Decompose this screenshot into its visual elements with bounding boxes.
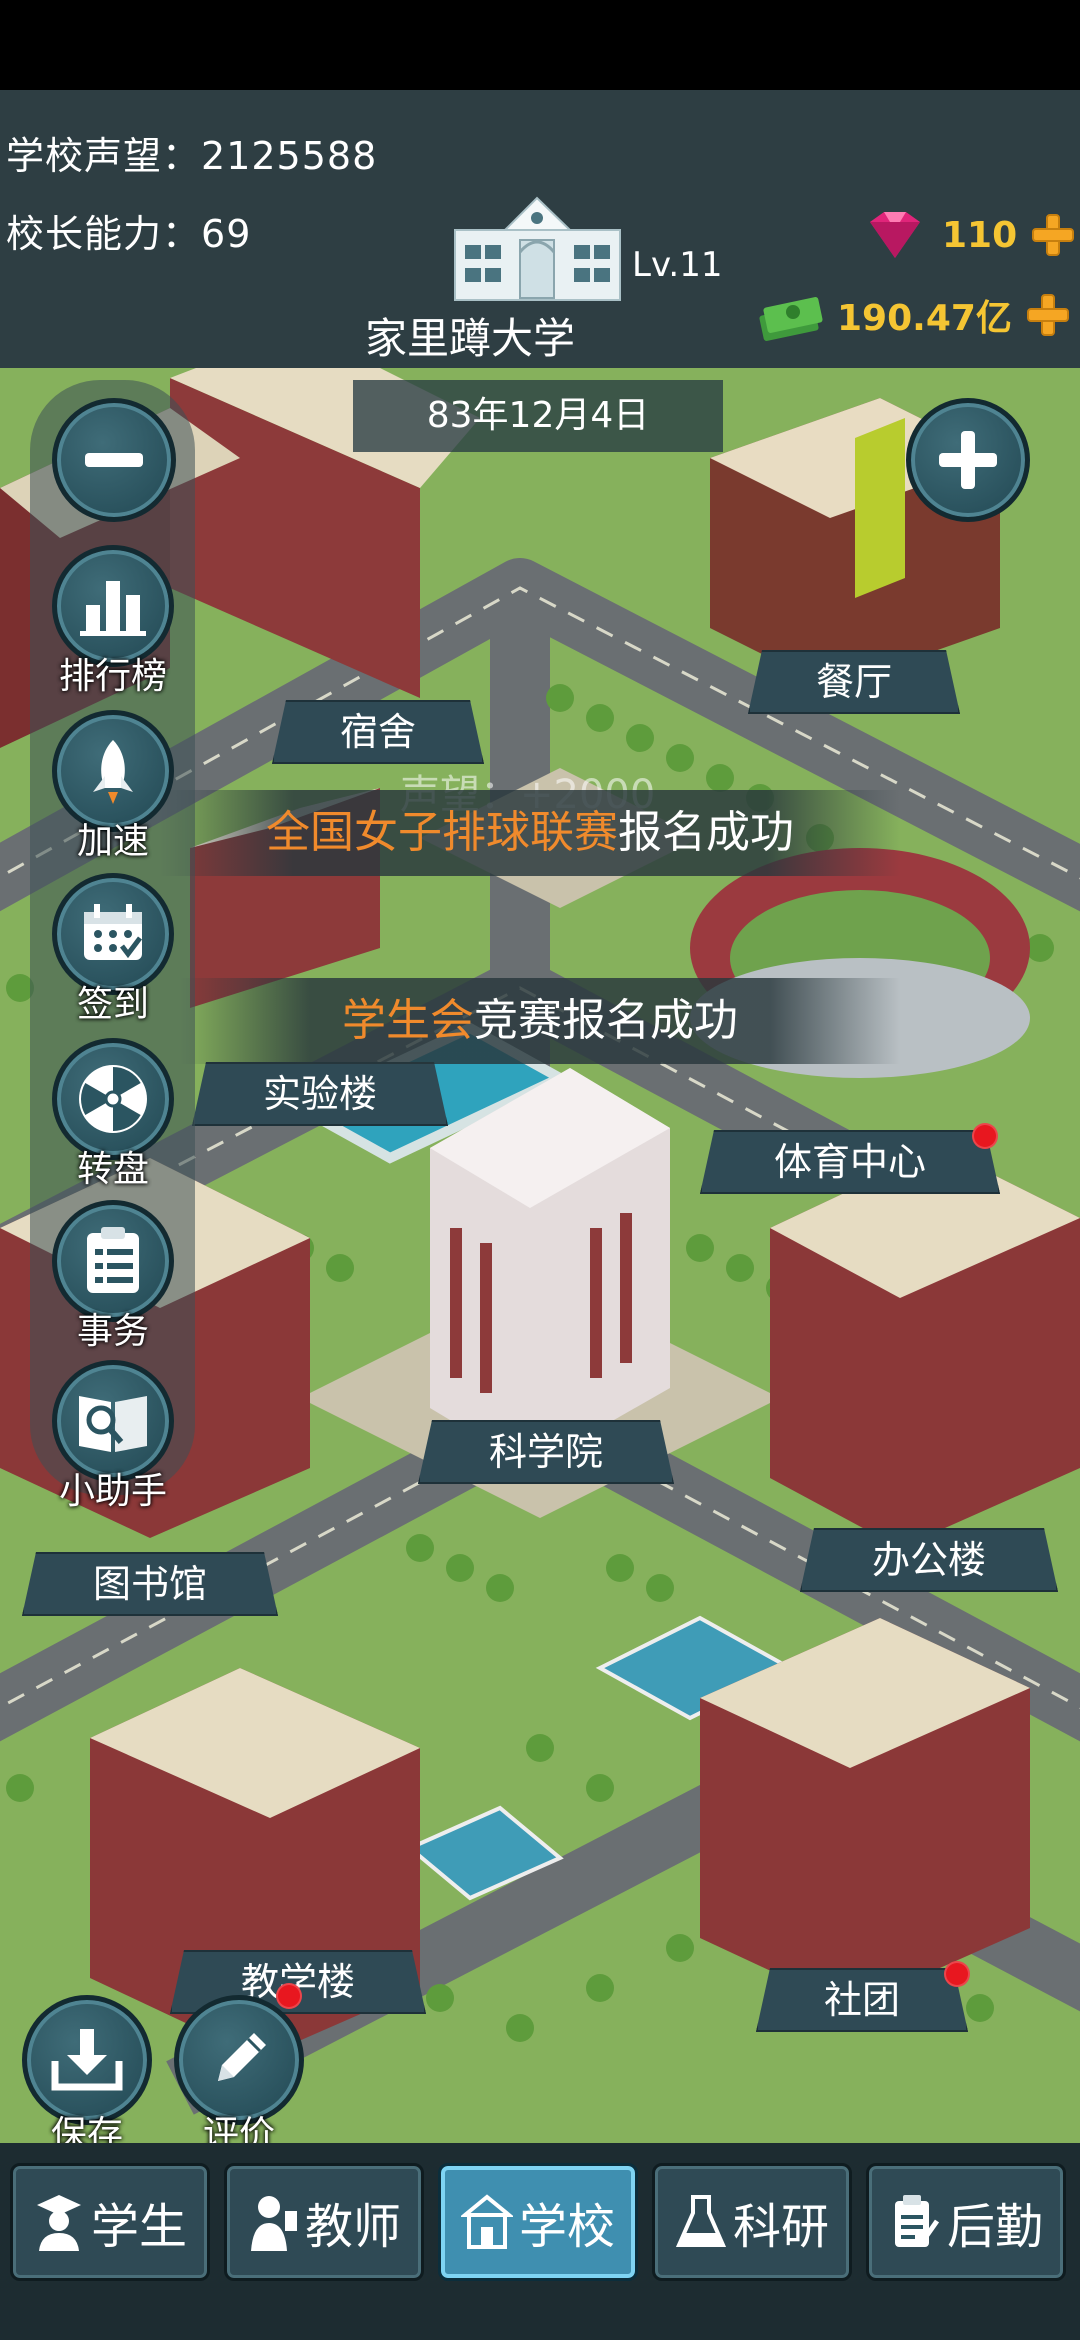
calendar-icon	[84, 904, 142, 960]
gem-icon	[870, 212, 920, 258]
game-date: 83年12月4日	[353, 380, 723, 452]
tab-school-label: 学校	[518, 2199, 615, 2255]
review-button[interactable]: 评价	[174, 1995, 304, 2157]
building-label-library[interactable]: 图书馆	[22, 1552, 278, 1616]
assistant-icon	[79, 1396, 147, 1452]
school-building-icon[interactable]	[450, 190, 625, 302]
gem-count: 110	[942, 214, 1018, 256]
clubs-alert-badge	[944, 1961, 970, 1987]
building-label-canteen[interactable]: 餐厅	[748, 650, 960, 714]
wheel-label: 转盘	[76, 1149, 149, 1190]
notice-student-union-text: 竞赛报名成功	[474, 995, 738, 1046]
money-resource: 190.47亿	[755, 288, 1072, 342]
notice-student-union: 学生会竞赛报名成功	[180, 978, 900, 1064]
reputation-stat: 学校声望：2125588	[6, 125, 377, 180]
speed-up-label: 加速	[76, 821, 149, 862]
school-name: 家里蹲大学	[364, 314, 575, 363]
affairs-button[interactable]: 事务	[52, 1200, 174, 1354]
minus-icon	[85, 453, 143, 467]
sports-center-alert-badge	[972, 1123, 998, 1149]
assistant-button[interactable]: 小助手	[52, 1360, 174, 1514]
tab-logistics-label: 后勤	[946, 2199, 1043, 2255]
clipboard-icon	[87, 1227, 139, 1293]
save-button[interactable]: 保存	[22, 1995, 152, 2157]
zoom-in-button[interactable]	[906, 398, 1030, 522]
tab-teachers-label: 教师	[304, 2199, 401, 2255]
school-icon	[460, 2194, 513, 2249]
ranking-button[interactable]: 排行榜	[52, 545, 174, 699]
building-label-sports-center[interactable]: 体育中心	[700, 1130, 1000, 1194]
logistics-icon	[894, 2195, 940, 2247]
tab-logistics[interactable]: 后勤	[866, 2163, 1066, 2281]
status-bar	[0, 0, 1080, 90]
ability-stat: 校长能力：69	[6, 203, 251, 258]
tab-research[interactable]: 科研	[652, 2163, 852, 2281]
check-in-button[interactable]: 签到	[52, 873, 174, 1027]
building-label-dormitory[interactable]: 宿舍	[272, 700, 484, 764]
bar-chart-icon	[80, 581, 146, 636]
building-label-clubs[interactable]: 社团	[756, 1968, 968, 2032]
wheel-button[interactable]: 转盘	[52, 1038, 174, 1192]
wheel-icon	[79, 1065, 147, 1133]
zoom-out-button[interactable]	[52, 398, 176, 522]
tab-students[interactable]: 学生	[10, 2163, 210, 2281]
download-icon	[51, 2029, 123, 2091]
notice-volleyball: 全国女子排球联赛报名成功	[160, 790, 900, 876]
teacher-icon	[250, 2196, 297, 2251]
ranking-label: 排行榜	[58, 656, 167, 697]
notice-volleyball-highlight: 全国女子排球联赛	[266, 807, 618, 858]
school-level: Lv.11	[632, 245, 723, 285]
bottom-tab-bar: 学生 教师 学校 科研 后勤	[0, 2143, 1080, 2340]
affairs-label: 事务	[76, 1311, 149, 1352]
ability-value: 69	[201, 212, 252, 256]
plus-icon	[939, 431, 997, 489]
assistant-label: 小助手	[58, 1471, 167, 1512]
reputation-value: 2125588	[201, 134, 378, 178]
notice-student-union-highlight: 学生会	[342, 995, 474, 1046]
gem-resource: 110	[860, 208, 1077, 262]
building-label-lab[interactable]: 实验楼	[192, 1062, 448, 1126]
add-gem-icon[interactable]	[1029, 211, 1077, 259]
tab-school[interactable]: 学校	[438, 2163, 638, 2281]
speed-up-button[interactable]: 加速	[52, 710, 174, 864]
ability-label: 校长能力：	[6, 212, 202, 256]
reputation-label: 学校声望：	[6, 134, 202, 178]
notice-volleyball-text: 报名成功	[618, 807, 794, 858]
add-money-icon[interactable]	[1024, 291, 1072, 339]
building-label-science-academy[interactable]: 科学院	[418, 1420, 674, 1484]
money-count: 190.47亿	[837, 298, 1012, 339]
check-in-label: 签到	[76, 984, 149, 1025]
rocket-icon	[93, 740, 133, 804]
pencil-icon	[218, 2033, 266, 2081]
tab-teachers[interactable]: 教师	[224, 2163, 424, 2281]
tab-research-label: 科研	[732, 2199, 829, 2255]
student-icon	[36, 2195, 81, 2251]
tab-students-label: 学生	[90, 2199, 187, 2255]
cash-icon	[759, 297, 823, 341]
flask-icon	[675, 2195, 727, 2247]
building-label-office[interactable]: 办公楼	[800, 1528, 1058, 1592]
